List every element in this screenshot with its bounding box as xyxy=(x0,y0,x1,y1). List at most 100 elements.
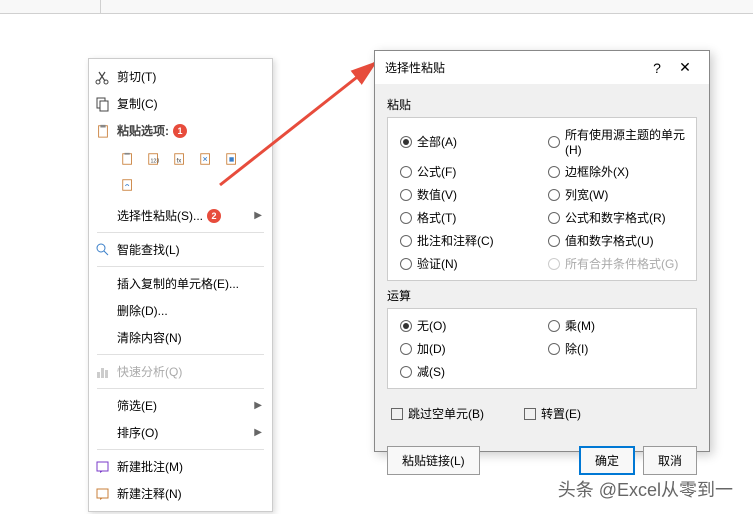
chevron-right-icon: ▶ xyxy=(254,400,262,411)
radio-icon xyxy=(548,166,560,178)
menu-cut-label: 剪切(T) xyxy=(117,68,156,85)
paste-group: 全部(A) 所有使用源主题的单元(H) 公式(F) 边框除外(X) 数值(V) … xyxy=(387,117,697,281)
menu-insert-copied-label: 插入复制的单元格(E)... xyxy=(117,275,239,292)
menu-filter-label: 筛选(E) xyxy=(117,397,157,414)
radio-icon xyxy=(400,320,412,332)
radio-op-divide[interactable]: 除(I) xyxy=(548,340,688,357)
dialog-titlebar: 选择性粘贴 ? ✕ xyxy=(375,51,709,84)
menu-copy-label: 复制(C) xyxy=(117,95,158,112)
ok-button[interactable]: 确定 xyxy=(579,446,635,475)
radio-column-widths[interactable]: 列宽(W) xyxy=(548,186,688,203)
checkbox-row: 跳过空单元(B) 转置(E) xyxy=(387,395,697,432)
checkbox-icon xyxy=(391,408,403,420)
svg-text:123: 123 xyxy=(151,159,160,165)
search-icon xyxy=(95,242,111,258)
radio-all-theme[interactable]: 所有使用源主题的单元(H) xyxy=(548,126,688,157)
chevron-right-icon: ▶ xyxy=(254,427,262,438)
radio-icon xyxy=(400,258,412,270)
paste-link-button[interactable]: 粘贴链接(L) xyxy=(387,446,480,475)
menu-separator xyxy=(97,388,264,389)
radio-icon xyxy=(400,343,412,355)
checkbox-icon xyxy=(524,408,536,420)
paste-values-icon[interactable]: 123 xyxy=(143,148,165,170)
menu-separator xyxy=(97,449,264,450)
menu-paste-special[interactable]: 选择性粘贴(S)... 2 ▶ xyxy=(89,202,272,229)
cancel-button[interactable]: 取消 xyxy=(643,446,697,475)
menu-clear[interactable]: 清除内容(N) xyxy=(89,324,272,351)
radio-except-borders[interactable]: 边框除外(X) xyxy=(548,163,688,180)
radio-formats[interactable]: 格式(T) xyxy=(400,209,540,226)
radio-comments[interactable]: 批注和注释(C) xyxy=(400,232,540,249)
radio-formulas-numfmt[interactable]: 公式和数字格式(R) xyxy=(548,209,688,226)
radio-icon xyxy=(548,189,560,201)
menu-copy[interactable]: 复制(C) xyxy=(89,90,272,117)
radio-icon xyxy=(548,212,560,224)
quick-analysis-icon xyxy=(95,364,111,380)
menu-clear-label: 清除内容(N) xyxy=(117,329,182,346)
spreadsheet-grid-header xyxy=(0,0,753,14)
menu-smart-lookup[interactable]: 智能查找(L) xyxy=(89,236,272,263)
radio-op-subtract[interactable]: 减(S) xyxy=(400,363,540,380)
check-skip-blanks[interactable]: 跳过空单元(B) xyxy=(391,405,484,422)
menu-sort[interactable]: 排序(O) ▶ xyxy=(89,419,272,446)
operation-group: 无(O) 乘(M) 加(D) 除(I) 减(S) xyxy=(387,308,697,389)
menu-smart-lookup-label: 智能查找(L) xyxy=(117,241,180,258)
menu-separator xyxy=(97,266,264,267)
radio-icon xyxy=(400,366,412,378)
radio-all[interactable]: 全部(A) xyxy=(400,126,540,157)
radio-values[interactable]: 数值(V) xyxy=(400,186,540,203)
watermark-text: 头条 @Excel从零到一 xyxy=(558,476,733,502)
radio-all-merge: 所有合并条件格式(G) xyxy=(548,255,688,272)
paste-link-icon[interactable] xyxy=(117,174,139,196)
menu-sort-label: 排序(O) xyxy=(117,424,158,441)
menu-new-comment-label: 新建注释(N) xyxy=(117,485,182,502)
scissors-icon xyxy=(95,69,111,85)
paste-transpose-icon[interactable] xyxy=(195,148,217,170)
note-icon xyxy=(95,459,111,475)
menu-delete-label: 删除(D)... xyxy=(117,302,168,319)
radio-formulas[interactable]: 公式(F) xyxy=(400,163,540,180)
menu-paste-options-label: 粘贴选项: xyxy=(117,122,169,139)
radio-icon xyxy=(400,136,412,148)
radio-op-add[interactable]: 加(D) xyxy=(400,340,540,357)
badge-1: 1 xyxy=(173,124,187,138)
menu-delete[interactable]: 删除(D)... xyxy=(89,297,272,324)
paste-formatting-icon[interactable] xyxy=(221,148,243,170)
check-transpose[interactable]: 转置(E) xyxy=(524,405,581,422)
dialog-help-button[interactable]: ? xyxy=(643,60,671,76)
radio-op-multiply[interactable]: 乘(M) xyxy=(548,317,688,334)
paste-icon-row: 123 fx xyxy=(89,144,272,202)
menu-new-note[interactable]: 新建批注(M) xyxy=(89,453,272,480)
menu-paste-options: 粘贴选项: 1 xyxy=(89,117,272,144)
menu-new-comment[interactable]: 新建注释(N) xyxy=(89,480,272,507)
radio-icon xyxy=(548,320,560,332)
menu-cut[interactable]: 剪切(T) xyxy=(89,63,272,90)
radio-icon xyxy=(400,189,412,201)
radio-validation[interactable]: 验证(N) xyxy=(400,255,540,272)
menu-paste-special-label: 选择性粘贴(S)... xyxy=(117,207,203,224)
radio-icon xyxy=(548,258,560,270)
radio-icon xyxy=(400,235,412,247)
paste-special-dialog: 选择性粘贴 ? ✕ 粘贴 全部(A) 所有使用源主题的单元(H) 公式(F) 边… xyxy=(374,50,710,452)
menu-separator xyxy=(97,354,264,355)
dialog-body: 粘贴 全部(A) 所有使用源主题的单元(H) 公式(F) 边框除外(X) 数值(… xyxy=(375,84,709,438)
radio-icon xyxy=(548,343,560,355)
paste-all-icon[interactable] xyxy=(117,148,139,170)
paste-formulas-icon[interactable]: fx xyxy=(169,148,191,170)
menu-filter[interactable]: 筛选(E) ▶ xyxy=(89,392,272,419)
copy-icon xyxy=(95,96,111,112)
radio-icon xyxy=(548,235,560,247)
menu-insert-copied[interactable]: 插入复制的单元格(E)... xyxy=(89,270,272,297)
comment-icon xyxy=(95,486,111,502)
clipboard-icon xyxy=(95,123,111,139)
chevron-right-icon: ▶ xyxy=(254,210,262,221)
radio-values-numfmt[interactable]: 值和数字格式(U) xyxy=(548,232,688,249)
dialog-close-button[interactable]: ✕ xyxy=(671,59,699,76)
badge-2: 2 xyxy=(207,209,221,223)
context-menu: 剪切(T) 复制(C) 粘贴选项: 1 123 fx 选择性粘贴(S)... 2… xyxy=(88,58,273,512)
menu-quick-analysis: 快速分析(Q) xyxy=(89,358,272,385)
radio-icon xyxy=(548,136,560,148)
radio-op-none[interactable]: 无(O) xyxy=(400,317,540,334)
operation-group-label: 运算 xyxy=(387,287,697,304)
radio-icon xyxy=(400,166,412,178)
